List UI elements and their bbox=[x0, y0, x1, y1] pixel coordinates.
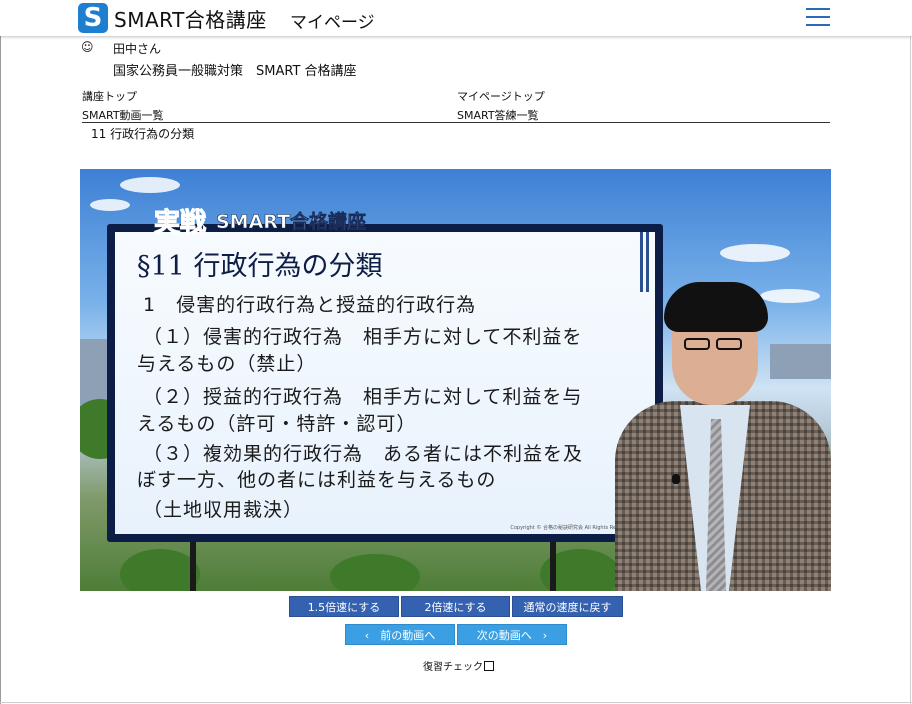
nav-divider bbox=[82, 122, 830, 123]
speed-normal-button[interactable]: 通常の速度に戻す bbox=[512, 596, 623, 617]
nav-link-video-list[interactable]: SMART動画一覧 bbox=[82, 107, 164, 123]
lecture-slide-board: §11 行政行為の分類 1 侵害的行政行為と授益的行政行為 （１）侵害的行政行為… bbox=[107, 224, 663, 542]
slide-line: （土地収用裁決） bbox=[143, 499, 304, 521]
slide-line: （３）複効果的行政行為 ある者には不利益を及 bbox=[143, 443, 584, 465]
window-right-border bbox=[910, 0, 911, 704]
slide-decoration bbox=[640, 232, 649, 292]
banner-jissen: 実戦 bbox=[153, 208, 207, 239]
lapel-mic-icon bbox=[672, 474, 680, 484]
cloud bbox=[120, 177, 180, 193]
presenter-glasses bbox=[684, 335, 750, 350]
page-label: マイページ bbox=[290, 13, 375, 33]
window-left-border bbox=[0, 0, 1, 704]
review-check-label: 復習チェック bbox=[423, 662, 483, 673]
slide-screen: §11 行政行為の分類 1 侵害的行政行為と授益的行政行為 （１）侵害的行政行為… bbox=[115, 232, 655, 534]
course-name: 国家公務員一般職対策 SMART 合格講座 bbox=[113, 64, 357, 79]
banner-smart: SMART合格講座 bbox=[216, 211, 367, 234]
brand-title[interactable]: SMART合格講座 bbox=[114, 4, 267, 33]
hamburger-menu-icon[interactable] bbox=[806, 8, 830, 28]
nav-link-course-top[interactable]: 講座トップ bbox=[82, 88, 137, 104]
review-checkbox[interactable] bbox=[484, 661, 494, 671]
prev-video-button[interactable]: ‹ 前の動画へ bbox=[345, 624, 455, 645]
slide-line: 与えるもの（禁止） bbox=[137, 353, 317, 375]
nav-link-answer-list[interactable]: SMART答練一覧 bbox=[457, 107, 539, 123]
slide-line: ぼす一方、他の者には利益を与えるもの bbox=[137, 469, 497, 491]
speed-2x-button[interactable]: 2倍速にする bbox=[401, 596, 510, 617]
nav-link-mypage-top[interactable]: マイページトップ bbox=[457, 88, 545, 104]
slide-line: （１）侵害的行政行為 相手方に対して不利益を bbox=[143, 326, 583, 348]
smart-logo-icon[interactable]: S bbox=[78, 3, 108, 33]
cloud bbox=[760, 289, 820, 303]
window-bottom-border bbox=[0, 702, 912, 703]
review-check[interactable]: 復習チェック bbox=[423, 658, 494, 673]
slide-line: 1 侵害的行政行為と授益的行政行為 bbox=[143, 294, 477, 316]
city-buildings bbox=[770, 344, 831, 379]
slide-line: （２）授益的行政行為 相手方に対して利益を与 bbox=[143, 386, 583, 408]
video-player[interactable]: §11 行政行為の分類 1 侵害的行政行為と授益的行政行為 （１）侵害的行政行為… bbox=[80, 169, 831, 591]
site-header: S SMART合格講座 マイページ bbox=[0, 0, 912, 36]
speed-1-5x-button[interactable]: 1.5倍速にする bbox=[289, 596, 399, 617]
next-video-button[interactable]: 次の動画へ › bbox=[457, 624, 567, 645]
board-stand bbox=[190, 541, 196, 591]
cloud bbox=[90, 199, 130, 211]
user-icon: ☺ bbox=[81, 40, 94, 54]
slide-title: §11 行政行為の分類 bbox=[137, 251, 383, 282]
lecture-banner: 実戦 SMART合格講座 bbox=[153, 202, 474, 239]
breadcrumb: 11 行政行為の分類 bbox=[91, 127, 195, 141]
board-stand bbox=[550, 541, 556, 591]
cloud bbox=[720, 244, 790, 262]
tree bbox=[120, 549, 200, 591]
tree bbox=[330, 554, 420, 591]
slide-line: えるもの（許可・特許・認可） bbox=[137, 413, 417, 435]
presenter-hair bbox=[664, 282, 768, 332]
user-name: 田中さん bbox=[113, 42, 162, 56]
